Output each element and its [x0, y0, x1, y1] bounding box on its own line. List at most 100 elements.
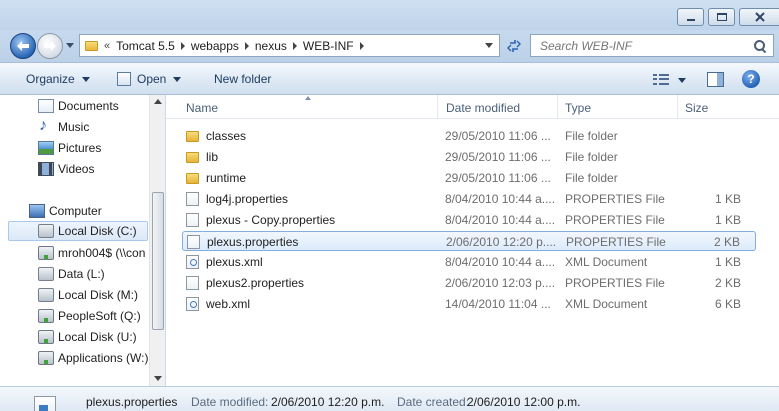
- nav-item-local-disk-u[interactable]: Local Disk (U:): [38, 327, 137, 347]
- details-file-name: plexus.properties: [86, 395, 178, 409]
- file-name: web.xml: [206, 297, 251, 311]
- breadcrumb-item[interactable]: WEB-INF: [303, 39, 354, 53]
- preview-pane-icon[interactable]: [707, 72, 724, 87]
- breadcrumb-chevron-icon[interactable]: [180, 41, 185, 50]
- nav-item-local-disk-m[interactable]: Local Disk (M:): [38, 285, 138, 305]
- file-date-modified: 8/04/2010 10:44 a....: [445, 255, 556, 269]
- videos-icon: [38, 162, 54, 176]
- file-name: runtime: [206, 171, 247, 185]
- file-type: PROPERTIES File: [566, 235, 666, 249]
- nav-item-applications-w[interactable]: Applications (W:): [38, 348, 149, 368]
- folder-icon: [85, 40, 98, 51]
- file-size: 1 KB: [714, 213, 741, 227]
- nav-item-label: PeopleSoft (Q:): [58, 309, 141, 323]
- music-icon: [38, 117, 54, 135]
- pictures-icon: [38, 141, 54, 155]
- nav-item-music[interactable]: Music: [38, 117, 89, 137]
- column-divider[interactable]: [437, 95, 438, 119]
- column-divider[interactable]: [557, 95, 558, 119]
- file-type: File folder: [565, 150, 618, 164]
- breadcrumb-overflow[interactable]: «: [104, 40, 110, 52]
- file-date-modified: 29/05/2010 11:06 ...: [445, 129, 551, 143]
- nav-item-documents[interactable]: Documents: [38, 96, 119, 116]
- new-folder-label: New folder: [214, 72, 272, 86]
- minimize-button[interactable]: [677, 8, 704, 26]
- column-header-name[interactable]: Name: [186, 101, 218, 115]
- nav-item-data-l[interactable]: Data (L:): [38, 264, 105, 284]
- organize-button[interactable]: Organize: [26, 72, 90, 86]
- maximize-button[interactable]: [708, 8, 735, 26]
- file-icon: [186, 213, 199, 227]
- column-header-date-modified[interactable]: Date modified: [446, 101, 520, 115]
- nav-item-network-drive[interactable]: mroh004$ (\\con: [38, 243, 149, 263]
- new-folder-button[interactable]: New folder: [214, 72, 271, 86]
- command-bar: Organize Open New folder ?: [0, 62, 779, 95]
- xml-icon: [186, 255, 199, 269]
- file-icon: [187, 235, 200, 249]
- breadcrumb-chevron-icon[interactable]: [244, 41, 249, 50]
- breadcrumb-chevron-icon[interactable]: [359, 41, 364, 50]
- navigation-pane: Documents Music Pictures Videos Computer…: [0, 95, 165, 386]
- file-size: 1 KB: [714, 192, 741, 206]
- search-input[interactable]: [531, 38, 753, 53]
- address-dropdown-icon[interactable]: [485, 43, 493, 48]
- column-header-type[interactable]: Type: [565, 101, 591, 115]
- breadcrumb-chevron-icon[interactable]: [292, 41, 297, 50]
- file-row[interactable]: classes 29/05/2010 11:06 ... File folder: [182, 126, 756, 146]
- close-button[interactable]: [739, 8, 779, 26]
- details-modified-value: 2/06/2010 12:20 p.m.: [271, 395, 385, 409]
- nav-item-label: Videos: [58, 162, 95, 176]
- file-row[interactable]: runtime 29/05/2010 11:06 ... File folder: [182, 168, 756, 188]
- file-icon: [186, 276, 199, 290]
- scroll-down-icon[interactable]: [154, 376, 162, 381]
- file-name: plexus2.properties: [206, 276, 305, 290]
- back-button[interactable]: [10, 33, 36, 59]
- documents-icon: [38, 99, 54, 113]
- nav-item-videos[interactable]: Videos: [38, 159, 94, 179]
- file-type: PROPERTIES File: [565, 192, 665, 206]
- views-icon[interactable]: [653, 74, 669, 86]
- nav-item-pictures[interactable]: Pictures: [38, 138, 101, 158]
- file-date-modified: 14/04/2010 11:04 ...: [445, 297, 551, 311]
- views-dropdown-icon[interactable]: [678, 78, 686, 83]
- column-header-size[interactable]: Size: [685, 101, 708, 115]
- organize-label: Organize: [26, 72, 75, 86]
- breadcrumb-item[interactable]: webapps: [191, 39, 239, 53]
- open-button[interactable]: Open: [117, 72, 182, 86]
- nav-item-peoplesoft-q[interactable]: PeopleSoft (Q:): [38, 306, 141, 326]
- folder-icon: [186, 152, 199, 163]
- scrollbar-thumb[interactable]: [152, 192, 164, 330]
- file-row-selected[interactable]: plexus.properties 2/06/2010 12:20 p.... …: [182, 231, 756, 251]
- navigation-scrollbar[interactable]: [149, 95, 165, 386]
- help-icon[interactable]: ?: [742, 70, 760, 88]
- file-type: XML Document: [565, 255, 648, 269]
- recent-pages-dropdown[interactable]: [66, 43, 74, 48]
- file-row[interactable]: web.xml 14/04/2010 11:04 ... XML Documen…: [182, 294, 756, 314]
- file-row[interactable]: plexus.xml 8/04/2010 10:44 a.... XML Doc…: [182, 252, 756, 272]
- file-date-modified: 2/06/2010 12:20 p....: [446, 235, 557, 249]
- file-row[interactable]: lib 29/05/2010 11:06 ... File folder: [182, 147, 756, 167]
- nav-item-computer[interactable]: Computer: [29, 201, 102, 221]
- breadcrumb-item[interactable]: Tomcat 5.5: [116, 39, 175, 53]
- nav-item-label: mroh004$ (\\con: [58, 246, 146, 260]
- search-icon[interactable]: [753, 39, 767, 53]
- column-divider[interactable]: [677, 95, 678, 119]
- drive-icon: [38, 288, 54, 302]
- search-box[interactable]: [530, 34, 774, 57]
- refresh-button[interactable]: [502, 34, 526, 57]
- forward-arrow-icon: [44, 41, 56, 51]
- file-row[interactable]: plexus - Copy.properties 8/04/2010 10:44…: [182, 210, 756, 230]
- network-drive-icon: [38, 330, 54, 344]
- folder-icon: [186, 173, 199, 184]
- file-size: 1 KB: [714, 255, 741, 269]
- breadcrumb-item[interactable]: nexus: [255, 39, 287, 53]
- file-type: PROPERTIES File: [565, 276, 665, 290]
- forward-button[interactable]: [37, 33, 63, 59]
- address-bar[interactable]: « Tomcat 5.5 webapps nexus WEB-INF: [79, 34, 500, 57]
- file-row[interactable]: plexus2.properties 2/06/2010 12:03 p....…: [182, 273, 756, 293]
- file-row[interactable]: log4j.properties 8/04/2010 10:44 a.... P…: [182, 189, 756, 209]
- scroll-up-icon[interactable]: [154, 99, 162, 104]
- nav-item-label: Local Disk (U:): [58, 330, 137, 344]
- close-icon: [754, 12, 765, 22]
- nav-item-local-disk-c[interactable]: Local Disk (C:): [8, 221, 148, 241]
